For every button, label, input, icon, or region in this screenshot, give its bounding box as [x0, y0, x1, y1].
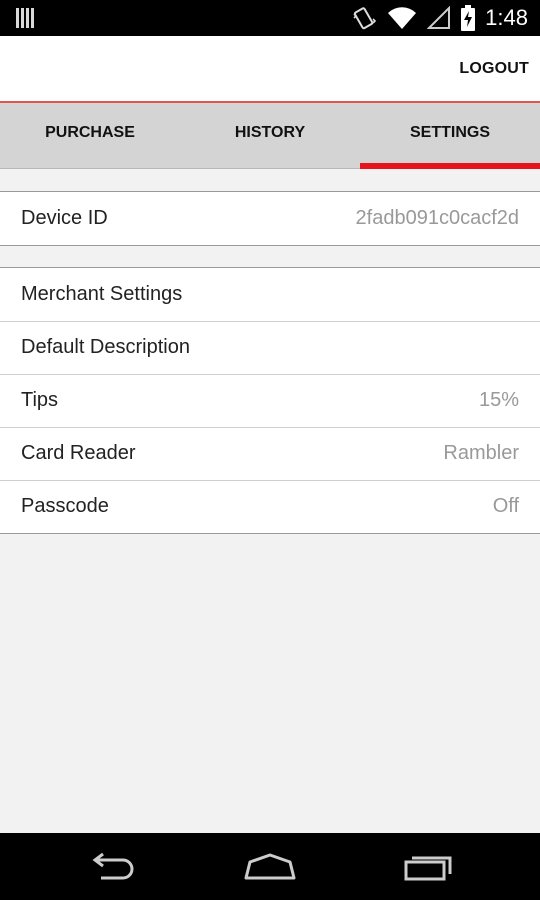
- status-icons: 1:48: [351, 0, 528, 36]
- recent-apps-button[interactable]: [388, 833, 468, 900]
- list-item-label: Passcode: [21, 495, 109, 517]
- card-reader-value: Rambler: [443, 442, 519, 464]
- list-item-label: Tips: [21, 389, 59, 411]
- list-item-label: Merchant Settings: [21, 283, 183, 305]
- battery-charging-icon: [461, 5, 476, 31]
- device-id-row[interactable]: Device ID 2fadb091c0cacf2d: [0, 192, 540, 245]
- navigation-bar: [0, 833, 540, 900]
- device-id-value: 2fadb091c0cacf2d: [355, 207, 519, 229]
- home-icon: [244, 853, 296, 879]
- tab-purchase[interactable]: PURCHASE: [0, 103, 180, 168]
- tab-bar: PURCHASE HISTORY SETTINGS: [0, 103, 540, 169]
- action-bar: LOGOUT: [0, 36, 540, 102]
- list-item-label: Default Description: [21, 336, 190, 358]
- tips-value: 15%: [478, 389, 519, 411]
- device-section: Device ID 2fadb091c0cacf2d: [0, 191, 540, 246]
- card-reader-row[interactable]: Card Reader Rambler: [0, 427, 540, 480]
- status-time: 1:48: [485, 5, 528, 30]
- back-icon: [92, 852, 134, 879]
- merchant-settings-row[interactable]: Merchant Settings: [0, 268, 540, 321]
- recent-apps-icon: [404, 856, 452, 880]
- status-bar: 1:48: [0, 0, 540, 36]
- notification-icon: [16, 8, 34, 28]
- tips-row[interactable]: Tips 15%: [0, 374, 540, 427]
- signal-icon: [427, 6, 451, 29]
- wifi-icon: [388, 7, 417, 30]
- logout-button[interactable]: LOGOUT: [459, 60, 529, 78]
- list-item-label: Card Reader: [21, 442, 136, 464]
- default-description-row[interactable]: Default Description: [0, 321, 540, 374]
- device-id-label: Device ID: [21, 207, 108, 229]
- tab-settings[interactable]: SETTINGS: [360, 103, 540, 169]
- back-button[interactable]: [72, 833, 152, 900]
- passcode-row[interactable]: Passcode Off: [0, 480, 540, 533]
- tab-history[interactable]: HISTORY: [180, 103, 360, 168]
- passcode-value: Off: [492, 495, 519, 517]
- vibrate-icon: [353, 7, 377, 30]
- settings-section: Merchant Settings Default Description Ti…: [0, 267, 540, 534]
- home-button[interactable]: [230, 833, 310, 900]
